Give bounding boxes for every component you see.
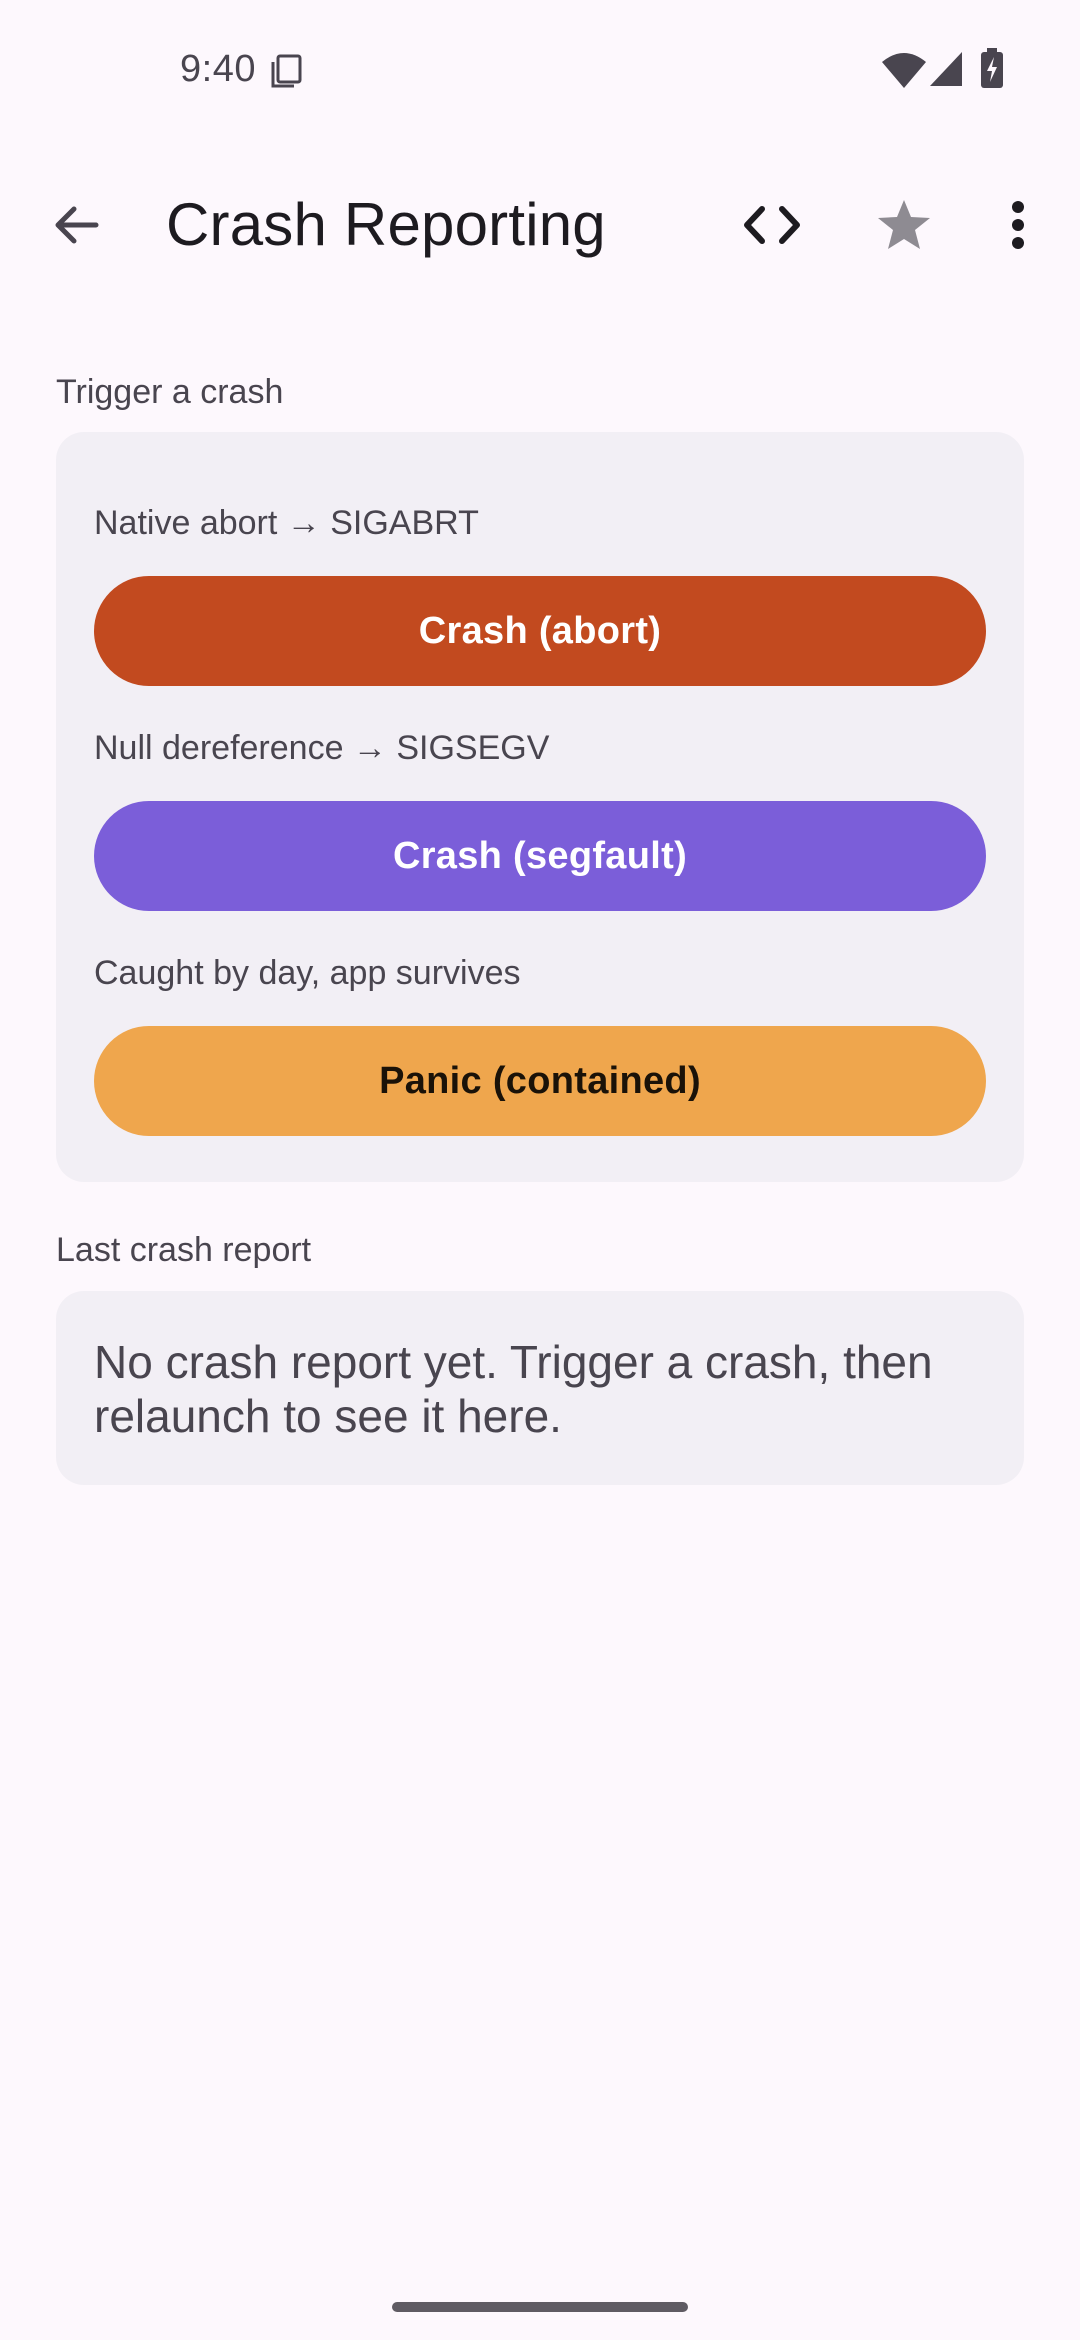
gesture-nav-handle[interactable]: [392, 2302, 688, 2312]
crash-segfault-button[interactable]: Crash (segfault): [94, 801, 986, 911]
favorite-button[interactable]: [866, 187, 942, 263]
battery-icon: [981, 48, 1003, 88]
crash-abort-button[interactable]: Crash (abort): [94, 576, 986, 686]
abort-caption: Native abort → SIGABRT: [94, 504, 479, 542]
status-time: 9:40: [180, 48, 256, 90]
app-bar: Crash Reporting: [0, 160, 1080, 290]
star-icon: [878, 200, 930, 249]
back-arrow-icon: [55, 206, 99, 244]
page-title: Crash Reporting: [166, 191, 606, 258]
crash-report-text: No crash report yet. Trigger a crash, th…: [94, 1336, 933, 1442]
notification-icon: [271, 54, 302, 88]
view-source-button[interactable]: [734, 187, 810, 263]
more-vert-icon: [1012, 201, 1024, 249]
segfault-caption: Null dereference → SIGSEGV: [94, 729, 550, 767]
back-button[interactable]: [38, 187, 114, 263]
panic-caption: Caught by day, app survives: [94, 954, 521, 992]
status-bar: 9:40: [0, 0, 1080, 140]
panic-contained-button[interactable]: Panic (contained): [94, 1026, 986, 1136]
trigger-card: Native abort → SIGABRT Crash (abort) Nul…: [56, 432, 1024, 1182]
trigger-section-label: Trigger a crash: [56, 373, 284, 411]
signal-icon: [930, 52, 962, 86]
more-options-button[interactable]: [980, 187, 1056, 263]
report-section-label: Last crash report: [56, 1231, 312, 1269]
code-icon: [744, 206, 800, 244]
screen: 9:40 Crash Reporting Trigger a crash Nat…: [0, 0, 1080, 2340]
wifi-icon: [882, 53, 926, 88]
crash-report-card: No crash report yet. Trigger a crash, th…: [56, 1291, 1024, 1485]
